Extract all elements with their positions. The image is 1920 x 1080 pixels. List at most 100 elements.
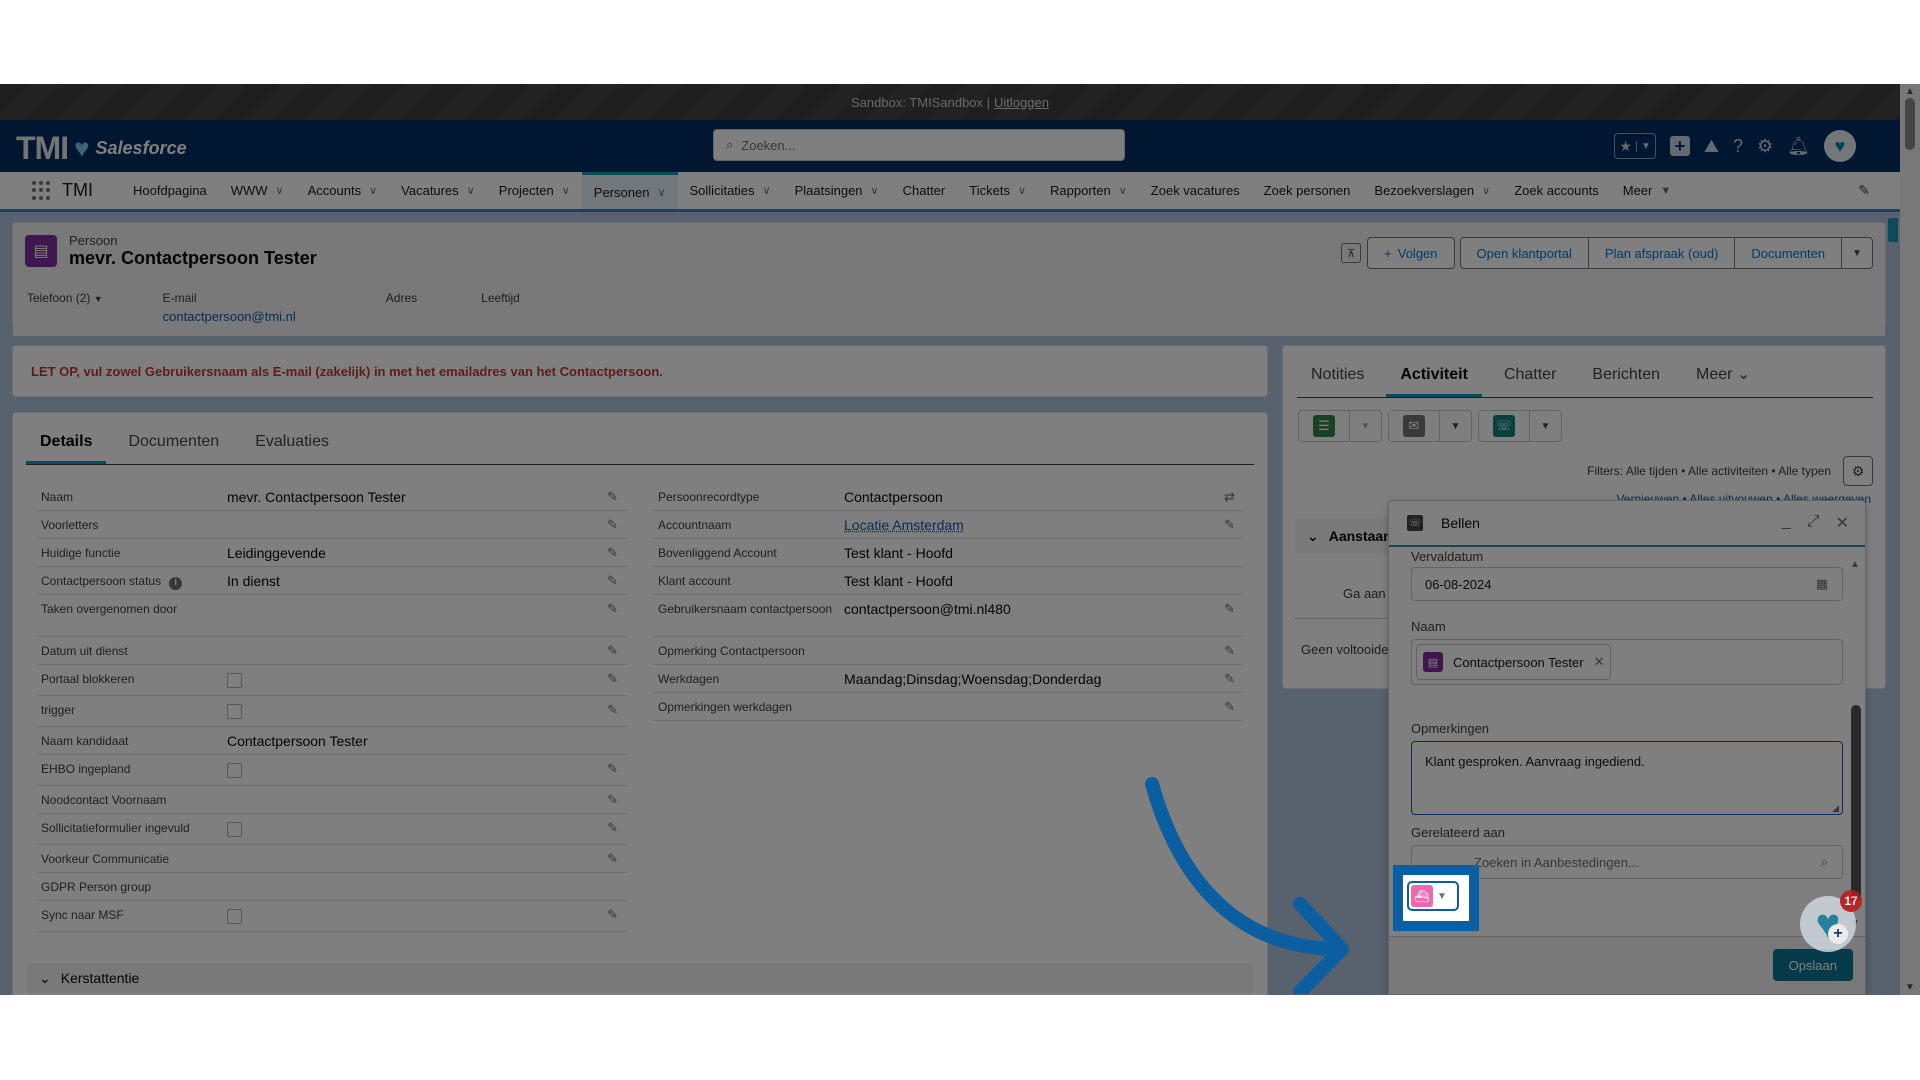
nav-item-hoofdpagina[interactable]: Hoofdpagina bbox=[121, 172, 219, 209]
edit-pencil-icon[interactable]: ✎ bbox=[607, 643, 618, 659]
edit-pencil-icon[interactable]: ✎ bbox=[1224, 699, 1235, 715]
calendar-icon[interactable]: ▦ bbox=[1816, 576, 1828, 592]
expand-icon[interactable]: ⤢ bbox=[1807, 513, 1820, 533]
nav-item-tickets[interactable]: Tickets ∨ bbox=[957, 172, 1038, 209]
global-search-input[interactable]: ⌕ Zoeken... bbox=[713, 129, 1125, 161]
nav-item-bezoekverslagen[interactable]: Bezoekverslagen ∨ bbox=[1362, 172, 1502, 209]
filter-settings-gear-icon[interactable]: ⚙ bbox=[1843, 456, 1873, 486]
edit-pencil-icon[interactable]: ✎ bbox=[1224, 601, 1235, 617]
edit-pencil-icon[interactable]: ✎ bbox=[607, 671, 618, 687]
close-icon[interactable]: ✕ bbox=[1836, 513, 1849, 533]
chevron-down-icon[interactable]: ∨ bbox=[763, 184, 771, 197]
edit-pencil-icon[interactable]: ✎ bbox=[1224, 671, 1235, 687]
scroll-up-icon[interactable]: ▲ bbox=[1850, 559, 1860, 570]
minimize-icon[interactable]: _ bbox=[1782, 513, 1791, 533]
modal-scroll-thumb[interactable] bbox=[1851, 705, 1861, 901]
trailhead-icon[interactable]: ⛰ bbox=[1704, 136, 1719, 157]
account-link[interactable]: Locatie Amsterdam bbox=[844, 517, 1243, 533]
due-date-input[interactable]: 06-08-2024 ▦ bbox=[1411, 567, 1843, 601]
nav-item-sollicitaties[interactable]: Sollicitaties ∨ bbox=[678, 172, 783, 209]
change-record-type-icon[interactable]: ⇄ bbox=[1224, 489, 1235, 505]
tab-notities[interactable]: Notities bbox=[1297, 366, 1378, 397]
plan-appointment-button[interactable]: Plan afspraak (oud) bbox=[1587, 237, 1736, 269]
edit-pencil-icon[interactable]: ✎ bbox=[607, 489, 618, 505]
hierarchy-icon[interactable]: ⊼ bbox=[1341, 243, 1362, 263]
name-lookup-input[interactable]: ▤ Contactpersoon Tester ✕ bbox=[1411, 639, 1843, 685]
edit-pencil-icon[interactable]: ✎ bbox=[607, 573, 618, 589]
tab-chatter[interactable]: Chatter bbox=[1490, 366, 1570, 397]
edit-pencil-icon[interactable]: ✎ bbox=[607, 545, 618, 561]
page-scroll-thumb[interactable] bbox=[1905, 98, 1915, 150]
global-actions-plus-icon[interactable]: + bbox=[1669, 136, 1690, 156]
tmi-helper-fab[interactable]: ♥ + 17 bbox=[1800, 890, 1862, 952]
edit-pencil-icon[interactable]: ✎ bbox=[607, 792, 618, 808]
app-launcher-icon[interactable] bbox=[32, 180, 52, 201]
nav-item-chatter[interactable]: Chatter bbox=[891, 172, 958, 209]
user-avatar[interactable]: ♥ bbox=[1824, 130, 1856, 162]
tab-documenten[interactable]: Documenten bbox=[114, 433, 233, 464]
setup-gear-icon[interactable]: ⚙ bbox=[1757, 136, 1773, 157]
logo[interactable]: TMI ♥ Salesforce bbox=[16, 130, 187, 167]
kerstattentie-section-toggle[interactable]: ⌄ Kerstattentie bbox=[27, 963, 1253, 993]
open-portal-button[interactable]: Open klantportal bbox=[1459, 237, 1589, 269]
object-type-dropdown[interactable]: ⛴ ▼ bbox=[1407, 881, 1459, 911]
chevron-down-icon[interactable]: ∨ bbox=[1119, 184, 1127, 197]
chevron-down-icon[interactable]: ∨ bbox=[1018, 184, 1026, 197]
chevron-down-icon[interactable]: ∨ bbox=[657, 186, 665, 199]
tab-activiteit[interactable]: Activiteit bbox=[1386, 366, 1482, 397]
logout-link[interactable]: Uitloggen bbox=[994, 95, 1049, 110]
edit-pencil-icon[interactable]: ✎ bbox=[607, 820, 618, 836]
scroll-down-icon[interactable]: ▼ bbox=[1905, 982, 1915, 993]
nav-item-www[interactable]: WWW ∨ bbox=[219, 172, 296, 209]
modal-scrollbar[interactable]: ▲ ▼ bbox=[1849, 559, 1861, 929]
info-icon[interactable]: i bbox=[169, 576, 183, 590]
nav-item-vacatures[interactable]: Vacatures ∨ bbox=[389, 172, 487, 209]
star-icon[interactable]: ★ bbox=[1615, 138, 1636, 155]
tab-evaluaties[interactable]: Evaluaties bbox=[241, 433, 343, 464]
nav-item-rapporten[interactable]: Rapporten ∨ bbox=[1038, 172, 1139, 209]
edit-pencil-icon[interactable]: ✎ bbox=[607, 517, 618, 533]
call-dropdown-icon[interactable]: ▼ bbox=[1529, 411, 1561, 441]
resize-handle-icon[interactable]: ◢ bbox=[1832, 803, 1839, 814]
email-dropdown-icon[interactable]: ▼ bbox=[1439, 411, 1471, 441]
edit-pencil-icon[interactable]: ✎ bbox=[607, 851, 618, 867]
help-icon[interactable]: ? bbox=[1733, 136, 1743, 157]
utility-panel-toggle[interactable] bbox=[1888, 218, 1898, 242]
follow-button[interactable]: + Volgen bbox=[1367, 237, 1455, 269]
tab-berichten[interactable]: Berichten bbox=[1578, 366, 1674, 397]
chevron-down-icon[interactable]: ∨ bbox=[467, 184, 475, 197]
new-email-button[interactable]: ✉ bbox=[1389, 411, 1439, 441]
scroll-up-icon[interactable]: ▲ bbox=[1905, 86, 1915, 97]
save-button[interactable]: Opslaan bbox=[1772, 949, 1853, 981]
task-dropdown-icon[interactable]: ▼ bbox=[1349, 411, 1381, 441]
page-scrollbar[interactable]: ▲ ▼ bbox=[1900, 84, 1920, 995]
phone-field[interactable]: Telefoon (2) ▼ bbox=[27, 291, 103, 324]
email-link[interactable]: contactpersoon@tmi.nl bbox=[163, 309, 296, 324]
nav-item-zoek-personen[interactable]: Zoek personen bbox=[1252, 172, 1363, 209]
new-task-button[interactable]: ☰ bbox=[1299, 411, 1349, 441]
chevron-down-icon[interactable]: ∨ bbox=[276, 184, 284, 197]
tab-details[interactable]: Details bbox=[26, 433, 107, 464]
nav-item-meer[interactable]: Meer ▼ bbox=[1611, 172, 1684, 209]
nav-item-accounts[interactable]: Accounts ∨ bbox=[296, 172, 390, 209]
chevron-down-icon[interactable]: ∨ bbox=[871, 184, 879, 197]
edit-pencil-icon[interactable]: ✎ bbox=[607, 601, 618, 617]
nav-item-projecten[interactable]: Projecten ∨ bbox=[487, 172, 582, 209]
edit-pencil-icon[interactable]: ✎ bbox=[607, 761, 618, 777]
notifications-bell-icon[interactable]: 🔔︎ bbox=[1787, 136, 1810, 157]
documents-button[interactable]: Documenten bbox=[1734, 237, 1843, 269]
favorites-dropdown-icon[interactable]: ▼ bbox=[1635, 140, 1655, 152]
edit-pencil-icon[interactable]: ✎ bbox=[607, 907, 618, 923]
chevron-down-icon[interactable]: ▼ bbox=[1660, 185, 1671, 197]
nav-item-personen[interactable]: Personen ∨ bbox=[581, 172, 678, 209]
chevron-down-icon[interactable]: ∨ bbox=[369, 184, 377, 197]
edit-pencil-icon[interactable]: ✎ bbox=[1224, 517, 1235, 533]
edit-nav-pencil-icon[interactable]: ✎ bbox=[1858, 182, 1870, 199]
chevron-down-icon[interactable]: ∨ bbox=[1482, 184, 1490, 197]
nav-item-zoek-vacatures[interactable]: Zoek vacatures bbox=[1139, 172, 1252, 209]
nav-item-plaatsingen[interactable]: Plaatsingen ∨ bbox=[783, 172, 891, 209]
more-actions-dropdown-icon[interactable]: ▼ bbox=[1841, 237, 1873, 269]
nav-item-zoek-accounts[interactable]: Zoek accounts bbox=[1502, 172, 1611, 209]
notes-textarea[interactable]: Klant gesproken. Aanvraag ingediend. ◢ bbox=[1411, 741, 1843, 815]
log-call-button[interactable]: ☏ bbox=[1479, 411, 1529, 441]
